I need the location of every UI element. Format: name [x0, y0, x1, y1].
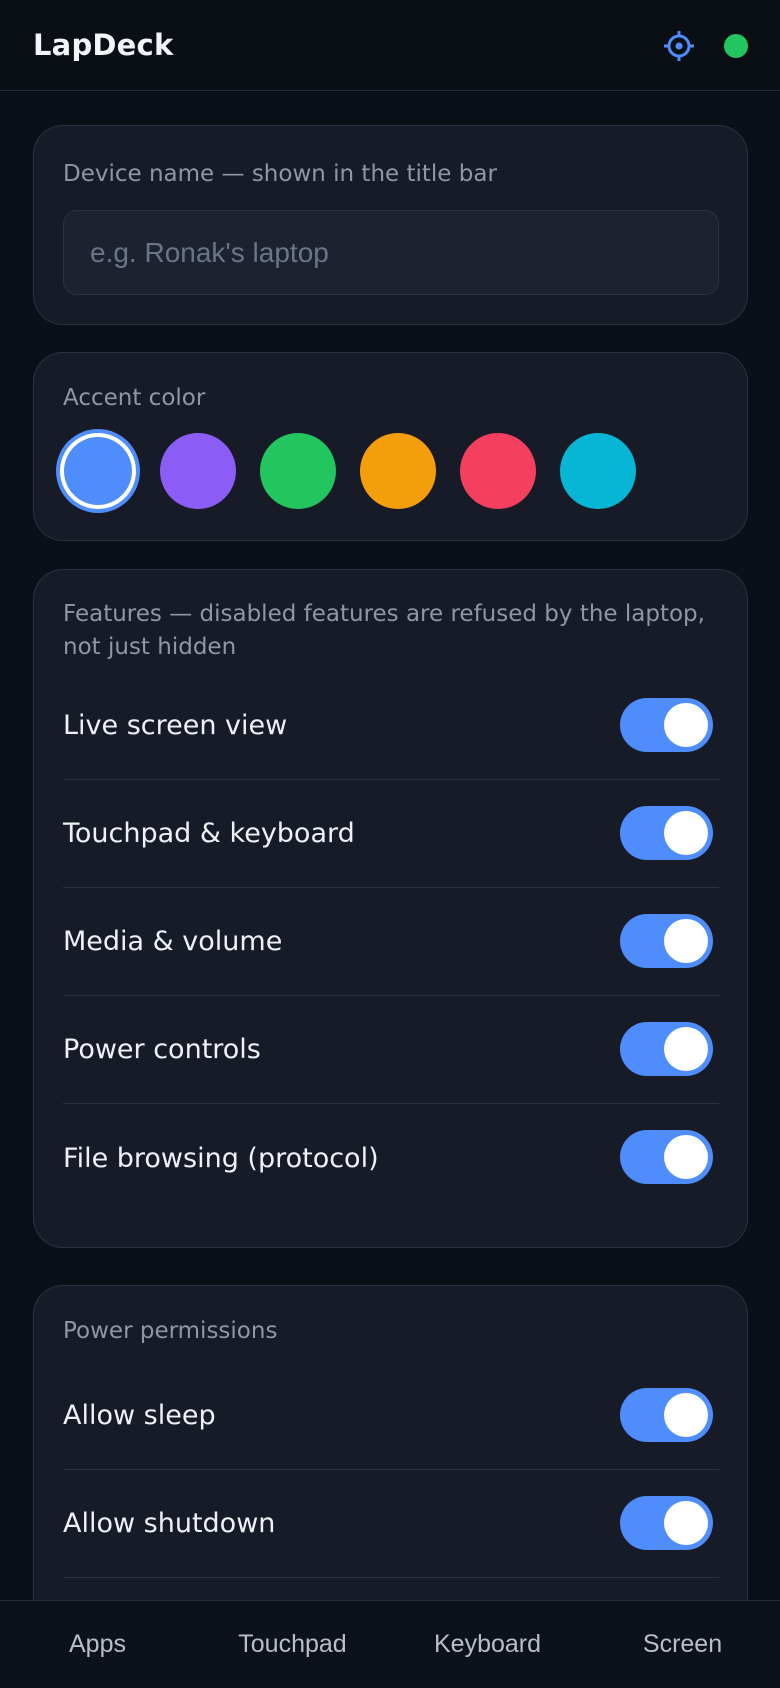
tab-screen[interactable]: Screen: [585, 1601, 780, 1688]
feature-toggle[interactable]: [620, 1022, 713, 1076]
tab-apps[interactable]: Apps: [0, 1601, 195, 1688]
features-card: Features — disabled features are refused…: [33, 569, 748, 1248]
device-name-label: Device name — shown in the title bar: [63, 161, 497, 187]
power-permission-row: Allow shutdown: [63, 1470, 719, 1578]
toggle-knob: [664, 1501, 708, 1545]
feature-label: File browsing (protocol): [63, 1142, 379, 1174]
feature-toggle[interactable]: [620, 698, 713, 752]
toggle-knob: [664, 703, 708, 747]
feature-label: Live screen view: [63, 710, 288, 741]
device-name-input[interactable]: [63, 210, 719, 295]
accent-swatch-cyan[interactable]: [560, 433, 636, 509]
accent-swatch-blue[interactable]: [60, 433, 136, 509]
bottom-tab-bar: Apps Touchpad Keyboard Screen: [0, 1600, 780, 1688]
gear-icon[interactable]: [661, 28, 697, 64]
power-permission-toggle[interactable]: [620, 1388, 713, 1442]
power-permissions-card: Power permissions Allow sleep Allow shutd…: [33, 1285, 748, 1600]
feature-label: Media & volume: [63, 926, 283, 957]
app-header: LapDeck: [0, 0, 780, 91]
toggle-knob: [664, 1135, 708, 1179]
feature-toggle[interactable]: [620, 1130, 713, 1184]
accent-swatch-red[interactable]: [460, 433, 536, 509]
accent-color-card: Accent color: [33, 352, 748, 541]
device-name-card: Device name — shown in the title bar: [33, 125, 748, 325]
accent-swatch-purple[interactable]: [160, 433, 236, 509]
features-label-line1: Features — disabled features are refused…: [63, 601, 705, 627]
features-label: Features — disabled features are refused…: [63, 598, 705, 664]
toggle-knob: [664, 1393, 708, 1437]
feature-label: Touchpad & keyboard: [63, 818, 355, 849]
app-title: LapDeck: [33, 28, 174, 62]
power-permissions-label: Power permissions: [63, 1318, 278, 1344]
tab-keyboard[interactable]: Keyboard: [390, 1601, 585, 1688]
accent-swatch-green[interactable]: [260, 433, 336, 509]
toggle-knob: [664, 919, 708, 963]
feature-row: Touchpad & keyboard: [63, 780, 719, 888]
connection-status-dot: [724, 34, 748, 58]
feature-toggle[interactable]: [620, 806, 713, 860]
power-permission-label: Allow shutdown: [63, 1508, 276, 1539]
feature-row: Media & volume: [63, 888, 719, 996]
tab-touchpad[interactable]: Touchpad: [195, 1601, 390, 1688]
power-permission-row: Allow sleep: [63, 1362, 719, 1470]
features-label-line2: not just hidden: [63, 634, 237, 660]
settings-content[interactable]: Device name — shown in the title bar Acc…: [0, 92, 780, 1600]
toggle-knob: [664, 811, 708, 855]
accent-swatch-orange[interactable]: [360, 433, 436, 509]
feature-row: File browsing (protocol): [63, 1104, 719, 1212]
power-permission-label: Allow sleep: [63, 1400, 216, 1431]
feature-row: Live screen view: [63, 672, 719, 780]
feature-toggle[interactable]: [620, 914, 713, 968]
power-permission-toggle[interactable]: [620, 1496, 713, 1550]
feature-row: Power controls: [63, 996, 719, 1104]
accent-color-label: Accent color: [63, 385, 206, 411]
feature-label: Power controls: [63, 1034, 261, 1065]
toggle-knob: [664, 1027, 708, 1071]
